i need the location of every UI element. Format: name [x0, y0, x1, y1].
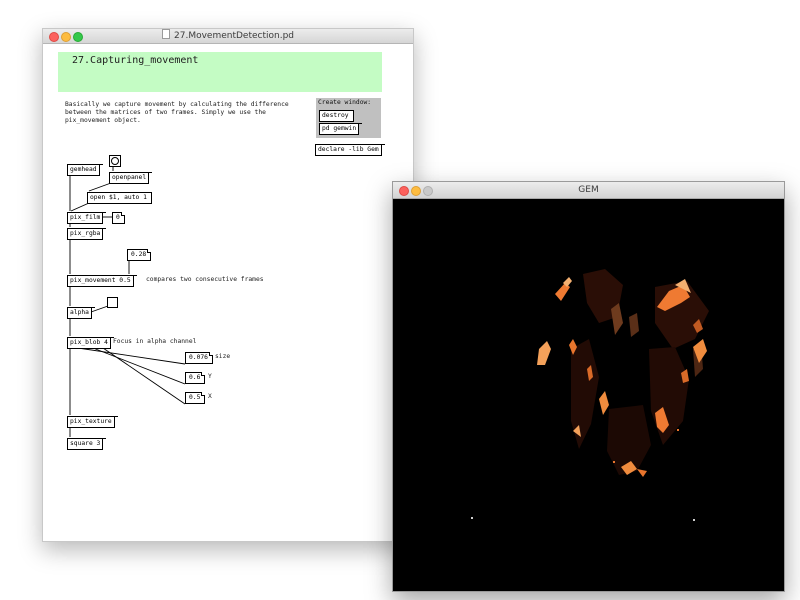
- patch-title: 27.Capturing_movement: [72, 55, 199, 66]
- y-number-box[interactable]: 0.6: [185, 372, 206, 384]
- openpanel-object[interactable]: openpanel: [109, 172, 153, 184]
- threshold-number-box[interactable]: 0.28: [127, 249, 152, 261]
- y-label: Y: [208, 373, 212, 380]
- destroy-message[interactable]: destroy: [319, 110, 354, 122]
- pix-texture-object[interactable]: pix_texture: [67, 416, 118, 428]
- pd-patch-window: 27.MovementDetection.pd 27.Capturing_mov…: [42, 28, 414, 542]
- minimize-icon[interactable]: [61, 32, 71, 42]
- description-comment: Basically we capture movement by calcula…: [65, 101, 289, 124]
- frame-number-box[interactable]: 0: [112, 212, 125, 224]
- patch-canvas[interactable]: 27.Capturing_movement Basically we captu…: [43, 44, 413, 541]
- pix-rgba-object[interactable]: pix_rgba: [67, 228, 107, 240]
- x-number-box[interactable]: 0.5: [185, 392, 206, 404]
- size-number-box[interactable]: 0.076: [185, 352, 213, 364]
- gem-output-window: GEM: [392, 181, 785, 592]
- gem-window-title: GEM: [578, 185, 599, 195]
- gem-render-view[interactable]: [393, 199, 784, 591]
- pix-blob-object[interactable]: pix_blob 4: [67, 337, 114, 349]
- pix-film-object[interactable]: pix_film: [67, 212, 107, 224]
- gemhead-object[interactable]: gemhead: [67, 164, 103, 176]
- square-object[interactable]: square 3: [67, 438, 107, 450]
- gem-window-titlebar[interactable]: GEM: [393, 182, 784, 199]
- title-header-box: 27.Capturing_movement: [58, 52, 382, 92]
- close-icon[interactable]: [49, 32, 59, 42]
- maximize-icon: [423, 186, 433, 196]
- alpha-toggle[interactable]: [107, 297, 118, 308]
- movement-render: [471, 269, 709, 521]
- x-label: X: [208, 393, 212, 400]
- declare-object[interactable]: declare -lib Gem: [315, 144, 385, 156]
- document-icon: [162, 29, 170, 39]
- maximize-icon[interactable]: [73, 32, 83, 42]
- create-window-panel: Create window: destroy pd gemwin: [316, 98, 381, 138]
- pd-window-titlebar[interactable]: 27.MovementDetection.pd: [43, 29, 413, 44]
- pix-movement-object[interactable]: pix_movement 0.5: [67, 275, 137, 287]
- pix-blob-comment: Focus in alpha channel: [113, 338, 197, 345]
- alpha-object[interactable]: alpha: [67, 307, 95, 319]
- create-window-label: Create window:: [318, 99, 372, 106]
- open-bang[interactable]: [109, 155, 121, 167]
- pd-gemwin-object[interactable]: pd gemwin: [319, 123, 363, 135]
- size-label: size: [215, 353, 231, 360]
- open-message[interactable]: open $1, auto 1: [87, 192, 152, 204]
- close-icon[interactable]: [399, 186, 409, 196]
- pd-window-title: 27.MovementDetection.pd: [174, 31, 294, 41]
- pix-movement-comment: compares two consecutive frames: [146, 276, 264, 283]
- minimize-icon[interactable]: [411, 186, 421, 196]
